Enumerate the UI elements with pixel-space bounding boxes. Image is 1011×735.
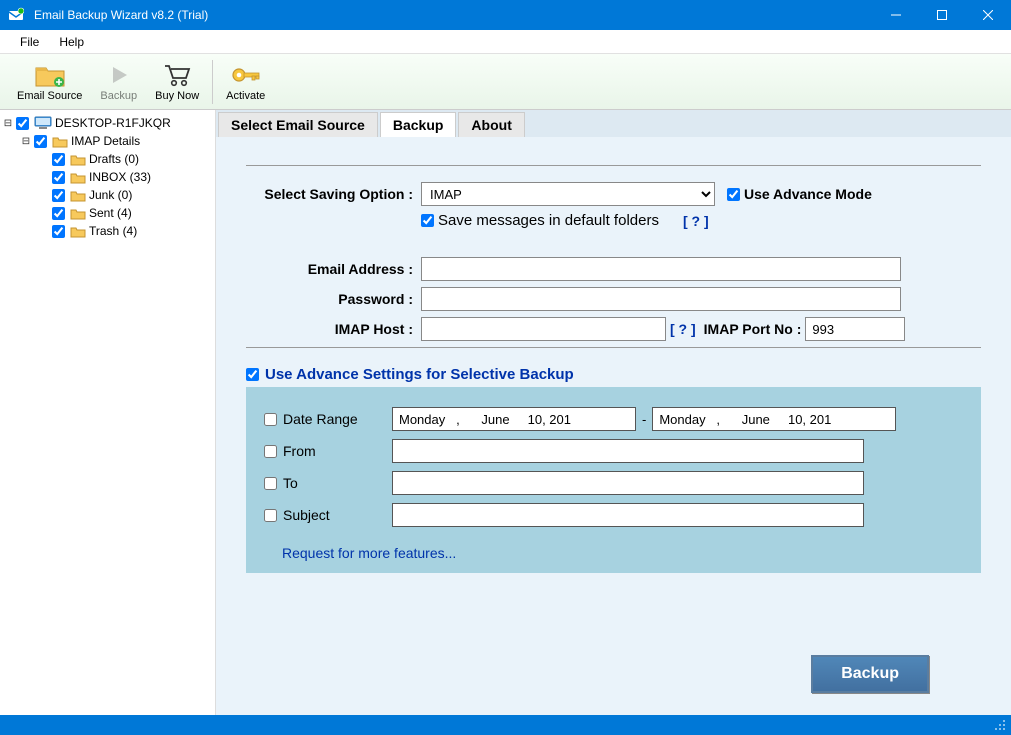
use-advance-mode-label: Use Advance Mode xyxy=(744,186,872,202)
tree-check-inbox[interactable] xyxy=(52,171,65,184)
tab-about[interactable]: About xyxy=(458,112,524,137)
tab-content-backup: Select Saving Option : IMAP Use Advance … xyxy=(216,137,1011,583)
minimize-button[interactable] xyxy=(873,0,919,30)
tool-email-source[interactable]: Email Source xyxy=(8,56,91,108)
tool-activate[interactable]: Activate xyxy=(217,56,274,108)
tree-trash-label[interactable]: Trash (4) xyxy=(89,224,137,238)
tree-check-junk[interactable] xyxy=(52,189,65,202)
help-link-host[interactable]: [ ? ] xyxy=(670,321,696,337)
to-input[interactable] xyxy=(392,471,864,495)
advanced-panel: Date Range - From To xyxy=(246,387,981,573)
tree-drafts-label[interactable]: Drafts (0) xyxy=(89,152,139,166)
from-label: From xyxy=(283,443,316,459)
tool-backup[interactable]: Backup xyxy=(91,56,146,108)
from-input[interactable] xyxy=(392,439,864,463)
toolbar: Email Source Backup Buy Now Activate xyxy=(0,54,1011,110)
tool-email-source-label: Email Source xyxy=(17,90,82,102)
saving-option-label: Select Saving Option : xyxy=(246,186,421,202)
date-from-input[interactable] xyxy=(392,407,636,431)
folder-tree: ⊟ DESKTOP-R1FJKQR ⊟ xyxy=(0,110,216,715)
menu-help[interactable]: Help xyxy=(49,32,94,52)
date-range-wrap[interactable]: Date Range xyxy=(264,411,392,427)
subject-checkbox[interactable] xyxy=(264,509,277,522)
titlebar: Email Backup Wizard v8.2 (Trial) xyxy=(0,0,1011,30)
to-checkbox[interactable] xyxy=(264,477,277,490)
advanced-checkbox[interactable] xyxy=(246,368,259,381)
saving-option-select[interactable]: IMAP xyxy=(421,182,715,206)
to-label: To xyxy=(283,475,298,491)
from-wrap[interactable]: From xyxy=(264,443,392,459)
from-checkbox[interactable] xyxy=(264,445,277,458)
cart-icon xyxy=(162,61,192,89)
to-wrap[interactable]: To xyxy=(264,475,392,491)
advanced-head-label: Use Advance Settings for Selective Backu… xyxy=(265,366,574,383)
tree-check-trash[interactable] xyxy=(52,225,65,238)
folder-plus-icon xyxy=(34,61,66,89)
window-title: Email Backup Wizard v8.2 (Trial) xyxy=(32,8,873,22)
subject-label: Subject xyxy=(283,507,330,523)
tool-backup-label: Backup xyxy=(100,90,137,102)
save-default-wrap[interactable]: Save messages in default folders xyxy=(421,212,659,229)
backup-button[interactable]: Backup xyxy=(811,655,929,693)
statusbar xyxy=(0,715,1011,735)
use-advance-mode-wrap[interactable]: Use Advance Mode xyxy=(727,186,872,202)
imap-port-input[interactable] xyxy=(805,317,905,341)
tree-root-label[interactable]: DESKTOP-R1FJKQR xyxy=(55,116,171,130)
folder-icon xyxy=(70,207,86,220)
toolbar-separator xyxy=(212,60,213,104)
tree-toggle-root[interactable]: ⊟ xyxy=(2,118,14,129)
close-button[interactable] xyxy=(965,0,1011,30)
password-input[interactable] xyxy=(421,287,901,311)
tree-check-root[interactable] xyxy=(16,117,29,130)
tree-junk-label[interactable]: Junk (0) xyxy=(89,188,132,202)
tree-toggle-imap[interactable]: ⊟ xyxy=(20,136,32,147)
email-input[interactable] xyxy=(421,257,901,281)
folder-icon xyxy=(70,189,86,202)
date-range-separator: - xyxy=(642,412,646,427)
subject-wrap[interactable]: Subject xyxy=(264,507,392,523)
key-icon xyxy=(230,61,262,89)
email-label: Email Address : xyxy=(246,261,421,277)
date-range-label: Date Range xyxy=(283,411,358,427)
folder-icon xyxy=(52,135,68,148)
folder-icon xyxy=(70,153,86,166)
maximize-button[interactable] xyxy=(919,0,965,30)
date-to-input[interactable] xyxy=(652,407,896,431)
menu-file[interactable]: File xyxy=(10,32,49,52)
use-advance-mode-checkbox[interactable] xyxy=(727,188,740,201)
date-range-checkbox[interactable] xyxy=(264,413,277,426)
tree-imap-label[interactable]: IMAP Details xyxy=(71,134,140,148)
menubar: File Help xyxy=(0,30,1011,54)
tab-select-source[interactable]: Select Email Source xyxy=(218,112,378,137)
imap-host-input[interactable] xyxy=(421,317,666,341)
password-label: Password : xyxy=(246,291,421,307)
tab-backup[interactable]: Backup xyxy=(380,112,457,137)
save-default-checkbox[interactable] xyxy=(421,214,434,227)
app-icon xyxy=(0,7,32,23)
imap-port-label: IMAP Port No : xyxy=(704,321,802,337)
imap-host-label: IMAP Host : xyxy=(246,321,421,337)
help-link-default[interactable]: [ ? ] xyxy=(683,213,709,229)
request-features-link[interactable]: Request for more features... xyxy=(264,545,456,561)
play-icon xyxy=(107,61,131,89)
folder-icon xyxy=(70,225,86,238)
computer-icon xyxy=(34,116,52,130)
tool-buy-now-label: Buy Now xyxy=(155,90,199,102)
tool-activate-label: Activate xyxy=(226,90,265,102)
subject-input[interactable] xyxy=(392,503,864,527)
tool-buy-now[interactable]: Buy Now xyxy=(146,56,208,108)
tree-check-imap[interactable] xyxy=(34,135,47,148)
tree-check-sent[interactable] xyxy=(52,207,65,220)
tabs: Select Email Source Backup About xyxy=(216,110,1011,137)
save-default-label: Save messages in default folders xyxy=(438,212,659,229)
folder-icon xyxy=(70,171,86,184)
tree-inbox-label[interactable]: INBOX (33) xyxy=(89,170,151,184)
tree-check-drafts[interactable] xyxy=(52,153,65,166)
advanced-head[interactable]: Use Advance Settings for Selective Backu… xyxy=(246,366,981,383)
resize-grip-icon[interactable] xyxy=(993,718,1007,732)
tree-sent-label[interactable]: Sent (4) xyxy=(89,206,132,220)
main-content: Select Email Source Backup About Select … xyxy=(216,110,1011,715)
